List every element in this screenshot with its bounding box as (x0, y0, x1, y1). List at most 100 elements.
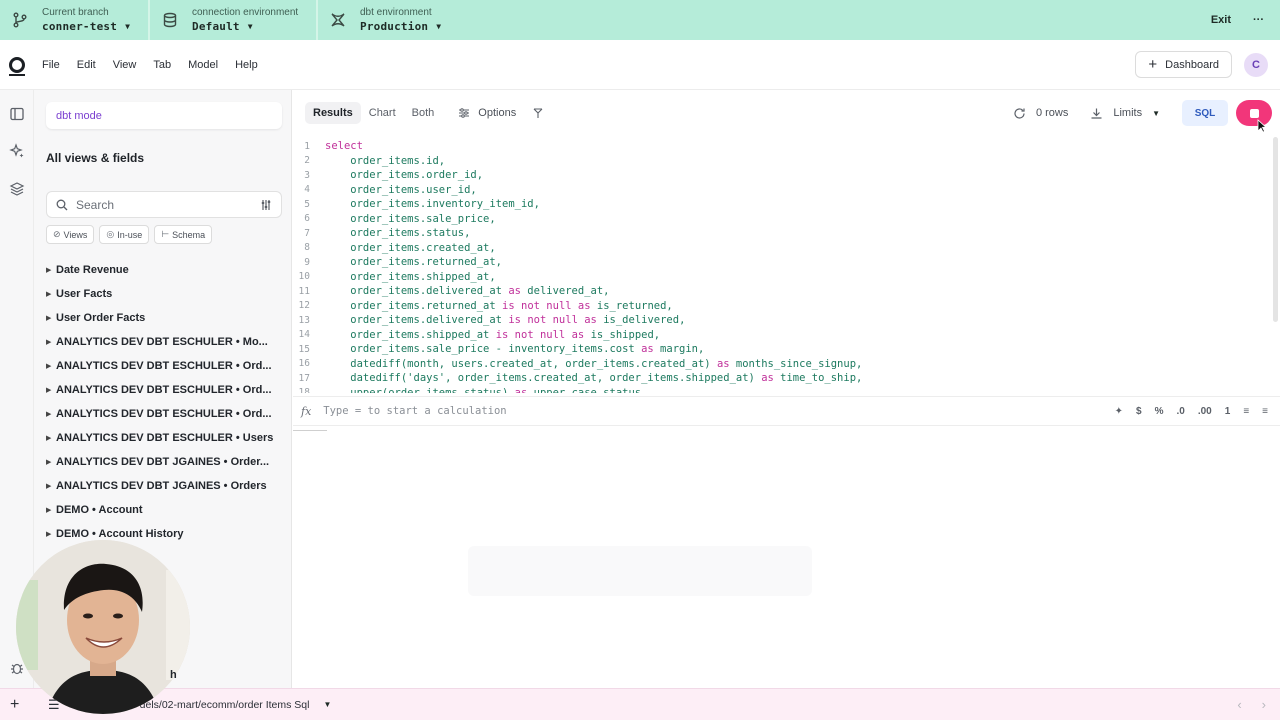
more-options-icon[interactable]: ··· (1253, 14, 1264, 26)
fields-search[interactable]: Search (46, 191, 282, 218)
code-line[interactable]: 10 order_items.shipped_at, (293, 270, 496, 285)
tree-item[interactable]: ▶ ANALYTICS DEV DBT JGAINES • Orders (46, 474, 286, 498)
chevron-right-icon[interactable]: › (1262, 697, 1266, 712)
view-filters: ⊘ Views ◎ In-use ⊢ Schema (46, 225, 213, 244)
sql-expression: order_items.sale_price - inventory_items… (325, 343, 705, 356)
expand-triangle-icon: ▶ (46, 315, 52, 322)
wrap-text-icon[interactable]: ≡ (1262, 406, 1268, 417)
filter-schema[interactable]: ⊢ Schema (154, 225, 213, 244)
dbt-env-name: Production (360, 20, 429, 33)
pivot-button[interactable] (532, 107, 552, 119)
filter-in-use[interactable]: ◎ In-use (99, 225, 150, 244)
sql-keyword: select (325, 140, 363, 153)
calc-format-tools: ✦ $ % .0 .00 1 ≡ ≡ (1115, 406, 1280, 417)
code-line[interactable]: 18 upper(order_items.status) as upper_ca… (293, 386, 642, 393)
calculation-bar: fx Type = to start a calculation ✦ $ % .… (293, 396, 1280, 426)
calculation-input[interactable]: Type = to start a calculation (323, 405, 506, 417)
active-tab-path: dels/02-mart/ecomm/order Items Sql (139, 698, 310, 711)
add-dashboard-button[interactable]: + Dashboard (1135, 51, 1232, 78)
git-branch-icon (13, 12, 27, 28)
menu-view[interactable]: View (113, 59, 137, 71)
caret-down-icon: ▼ (436, 22, 442, 31)
menu-tab[interactable]: Tab (153, 59, 171, 71)
tree-item[interactable]: ▶ Date Revenue (46, 258, 286, 282)
editor-scrollbar[interactable] (1273, 137, 1278, 322)
connection-selector[interactable]: connection environment Default ▼ (150, 0, 318, 40)
code-line[interactable]: 1 select (293, 139, 363, 154)
ai-calc-icon[interactable]: ✦ (1115, 406, 1123, 417)
menu-help[interactable]: Help (235, 59, 258, 71)
layers-icon[interactable] (9, 181, 25, 197)
caret-down-icon: ▼ (247, 22, 253, 31)
chevron-left-icon[interactable]: ‹ (1237, 697, 1241, 712)
options-button[interactable]: Options (458, 107, 516, 119)
code-line[interactable]: 7 order_items.status, (293, 226, 470, 241)
code-line[interactable]: 9 order_items.returned_at, (293, 255, 502, 270)
code-line[interactable]: 4 order_items.user_id, (293, 183, 476, 198)
sql-expression: order_items.shipped_at, (325, 270, 496, 283)
code-line[interactable]: 17 datediff('days', order_items.created_… (293, 371, 863, 386)
sql-toggle-button[interactable]: SQL (1182, 100, 1228, 126)
user-avatar[interactable]: C (1244, 52, 1268, 77)
code-text: order_items.order_id, (310, 169, 483, 181)
tree-item[interactable]: ▶ User Facts (46, 282, 286, 306)
search-input[interactable]: Search (76, 198, 114, 212)
presenter-face-image (16, 540, 190, 714)
tree-item[interactable]: ▶ ANALYTICS DEV DBT JGAINES • Order... (46, 450, 286, 474)
tab-chart[interactable]: Chart (361, 102, 404, 124)
code-line[interactable]: 2 order_items.id, (293, 154, 445, 169)
code-line[interactable]: 8 order_items.created_at, (293, 241, 495, 256)
sql-expression: order_items.id, (325, 154, 446, 167)
code-line[interactable]: 11 order_items.delivered_at as delivered… (293, 284, 610, 299)
tree-item[interactable]: ▶ ANALYTICS DEV DBT ESCHULER • Ord... (46, 378, 286, 402)
code-line[interactable]: 3 order_items.order_id, (293, 168, 483, 183)
tree-item[interactable]: ▶ User Order Facts (46, 306, 286, 330)
branch-selector[interactable]: Current branch conner-test ▼ (0, 0, 150, 40)
sql-editor[interactable]: 1 select 2 order_items.id, 3 order_items.or… (293, 137, 1273, 393)
new-tab-plus-icon[interactable]: + (10, 696, 30, 714)
filter-settings-icon[interactable] (260, 199, 272, 211)
code-line[interactable]: 14 order_items.shipped_at is not null as… (293, 328, 661, 343)
expand-triangle-icon: ▶ (46, 483, 52, 490)
limits-dropdown[interactable]: Limits (1113, 107, 1142, 119)
tree-item[interactable]: ▶ DEMO • Account (46, 498, 286, 522)
branch-name: conner-test (42, 20, 118, 33)
sidebar-toggle-icon[interactable] (9, 106, 25, 122)
app-logo-icon[interactable] (9, 56, 25, 76)
refresh-icon[interactable] (1013, 107, 1026, 120)
active-tab[interactable]: dels/02-mart/ecomm/order Items Sql ▼ (140, 699, 332, 711)
tree-item[interactable]: ▶ ANALYTICS DEV DBT ESCHULER • Users (46, 426, 286, 450)
code-text: order_items.sale_price - inventory_items… (310, 343, 704, 355)
tree-item[interactable]: ▶ ANALYTICS DEV DBT ESCHULER • Ord... (46, 354, 286, 378)
sql-expression: order_items.delivered_at is not null as … (325, 314, 686, 327)
menu-model[interactable]: Model (188, 59, 218, 71)
sparkle-ai-icon[interactable] (9, 143, 25, 159)
exit-button[interactable]: Exit (1211, 14, 1231, 26)
filter-views[interactable]: ⊘ Views (46, 225, 95, 244)
sql-expression: datediff('days', order_items.created_at,… (325, 372, 863, 385)
decrease-decimals-icon[interactable]: .0 (1177, 406, 1185, 417)
code-line[interactable]: 15 order_items.sale_price - inventory_it… (293, 342, 705, 357)
tab-results[interactable]: Results (305, 102, 361, 124)
tab-both[interactable]: Both (404, 102, 443, 124)
code-line[interactable]: 12 order_items.returned_at is not null a… (293, 299, 673, 314)
code-line[interactable]: 16 datediff(month, users.created_at, ord… (293, 357, 863, 372)
code-line[interactable]: 5 order_items.inventory_item_id, (293, 197, 540, 212)
currency-format-icon[interactable]: $ (1136, 406, 1142, 417)
align-icon[interactable]: ≡ (1243, 406, 1249, 417)
tree-item[interactable]: ▶ ANALYTICS DEV DBT ESCHULER • Ord... (46, 402, 286, 426)
download-icon[interactable] (1090, 107, 1103, 120)
increase-decimals-icon[interactable]: .00 (1198, 406, 1212, 417)
code-line[interactable]: 6 order_items.sale_price, (293, 212, 495, 227)
number-format-icon[interactable]: 1 (1225, 406, 1231, 417)
code-line[interactable]: 13 order_items.delivered_at is not null … (293, 313, 686, 328)
dbt-environment-selector[interactable]: dbt environment Production ▼ (318, 0, 458, 40)
tree-item-label: ANALYTICS DEV DBT ESCHULER • Users (56, 432, 274, 444)
dbt-mode-toggle[interactable]: dbt mode (46, 102, 282, 129)
percent-format-icon[interactable]: % (1155, 406, 1164, 417)
results-divider (293, 430, 327, 431)
tree-item-label: ANALYTICS DEV DBT ESCHULER • Ord... (56, 408, 272, 420)
menu-file[interactable]: File (42, 59, 60, 71)
tree-item[interactable]: ▶ ANALYTICS DEV DBT ESCHULER • Mo... (46, 330, 286, 354)
menu-edit[interactable]: Edit (77, 59, 96, 71)
